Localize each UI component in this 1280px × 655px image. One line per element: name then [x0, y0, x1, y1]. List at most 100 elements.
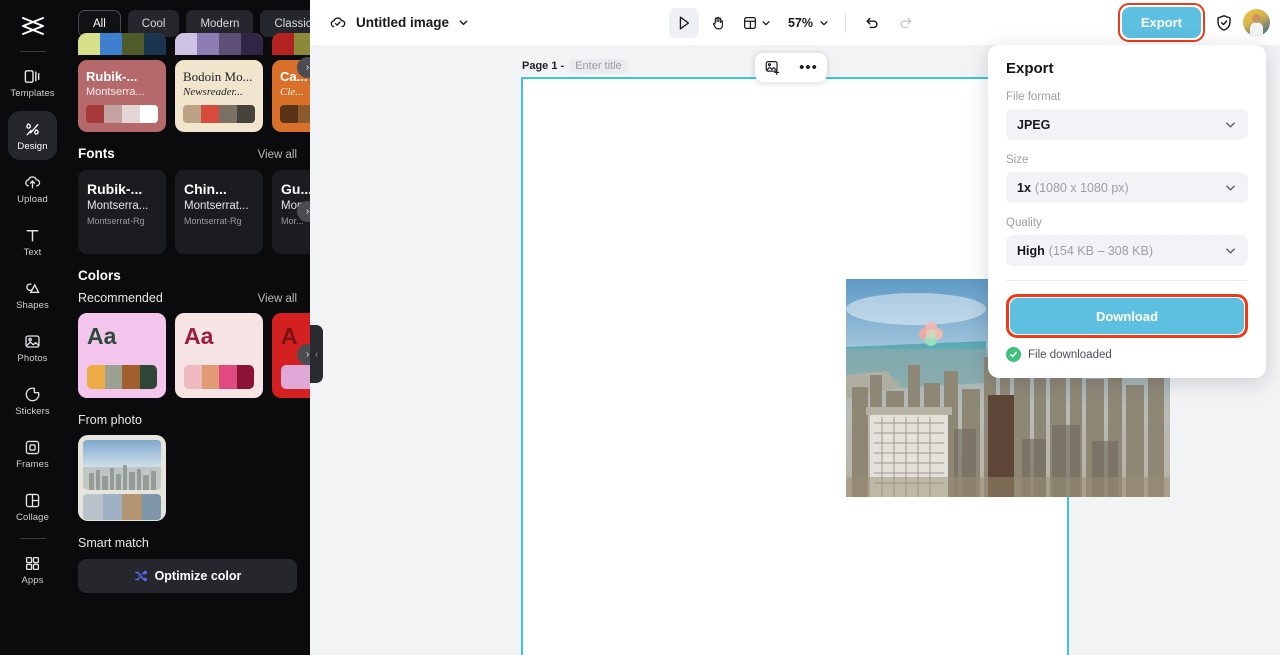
- from-photo-label: From photo: [78, 413, 142, 427]
- template-swatches: [280, 105, 310, 123]
- sidebar-item-label: Upload: [17, 194, 48, 205]
- zoom-level-value: 57%: [787, 15, 814, 30]
- export-button[interactable]: Export: [1121, 7, 1201, 38]
- template-swatches: [183, 105, 255, 123]
- shield-check-icon[interactable]: [1214, 13, 1234, 33]
- sidebar-item-shapes[interactable]: Shapes: [8, 270, 57, 319]
- smart-match-header: Smart match: [78, 521, 310, 550]
- select-cursor-button[interactable]: [668, 7, 699, 38]
- redo-icon: [898, 15, 914, 31]
- template-swatches: [86, 105, 158, 123]
- add-image-icon[interactable]: [764, 59, 781, 76]
- font-tertiary: Montserrat-Rg: [87, 216, 145, 226]
- sidebar-item-templates[interactable]: Templates: [8, 58, 57, 107]
- document-name-control[interactable]: Untitled image: [328, 13, 469, 32]
- color-card-row: Aa Aa A ›: [78, 313, 310, 398]
- layout-grid-button[interactable]: [737, 8, 776, 38]
- font-primary: Gu...: [281, 181, 310, 197]
- sidebar-item-label: Stickers: [15, 406, 50, 417]
- shapes-icon: [23, 278, 43, 298]
- font-primary: Rubik-...: [87, 181, 143, 197]
- colors-view-all-link[interactable]: View all: [258, 293, 297, 305]
- design-icon: [23, 119, 43, 139]
- upload-icon: [23, 172, 43, 192]
- size-detail: (1080 x 1080 px): [1034, 180, 1129, 195]
- color-swatches: [87, 365, 157, 389]
- template-title: Bodoin Mo...: [183, 69, 253, 84]
- undo-button[interactable]: [857, 8, 887, 38]
- chip-label: All: [93, 17, 106, 30]
- shuffle-icon: [134, 569, 148, 583]
- template-subtitle: Cle...: [280, 86, 304, 98]
- sidebar-item-photos[interactable]: Photos: [8, 323, 57, 372]
- canvas-float-toolbar: •••: [755, 53, 827, 82]
- panel-collapse-handle[interactable]: ‹: [310, 325, 323, 383]
- file-format-select[interactable]: JPEG: [1006, 109, 1248, 140]
- sidebar-item-label: Templates: [10, 88, 55, 99]
- size-label: Size: [1006, 154, 1029, 166]
- export-button-wrapper: Export: [1117, 3, 1205, 42]
- sidebar-item-stickers[interactable]: Stickers: [8, 376, 57, 425]
- sidebar-item-label: Frames: [16, 459, 49, 470]
- chevron-down-icon: [1224, 181, 1237, 194]
- export-panel-divider: [1006, 280, 1248, 281]
- template-card[interactable]: Rubik-... Montserra...: [78, 33, 166, 132]
- color-card[interactable]: Aa: [175, 313, 263, 398]
- left-nav-rail: Templates Design Upload Text Shapes Phot…: [0, 0, 65, 655]
- template-body: Bodoin Mo... Newsreader...: [175, 60, 263, 132]
- canvas-page[interactable]: [521, 77, 1170, 655]
- size-select[interactable]: 1x (1080 x 1080 px): [1006, 172, 1248, 203]
- hand-pan-button[interactable]: [703, 8, 733, 38]
- template-subtitle: Newsreader...: [183, 86, 243, 98]
- template-card-row: Rubik-... Montserra... Bodoin Mo... News…: [78, 33, 310, 132]
- redo-button[interactable]: [891, 8, 921, 38]
- more-options-icon[interactable]: •••: [799, 60, 818, 75]
- sidebar-item-apps[interactable]: Apps: [8, 545, 57, 594]
- quality-detail: (154 KB – 308 KB): [1048, 243, 1154, 258]
- sidebar-item-upload[interactable]: Upload: [8, 164, 57, 213]
- font-card[interactable]: Chin... Montserrat... Montserrat-Rg: [175, 170, 263, 254]
- optimize-color-button[interactable]: Optimize color: [78, 559, 297, 593]
- quality-label: Quality: [1006, 217, 1042, 229]
- color-swatches: [184, 365, 254, 389]
- sidebar-item-label: Text: [23, 247, 42, 258]
- sidebar-item-frames[interactable]: Frames: [8, 429, 57, 478]
- template-card[interactable]: Ca... Cle...: [272, 33, 310, 132]
- zoom-control[interactable]: 57%: [780, 8, 834, 38]
- chevron-right-icon: ›: [305, 62, 310, 73]
- flower-sticker[interactable]: [918, 321, 944, 347]
- template-subtitle: Montserra...: [86, 86, 145, 98]
- from-photo-card[interactable]: [78, 435, 166, 521]
- sidebar-item-collage[interactable]: Collage: [8, 482, 57, 531]
- export-panel-title: Export: [1006, 60, 1054, 77]
- capcut-logo[interactable]: [13, 8, 53, 44]
- template-top-swatches: [175, 33, 263, 55]
- fonts-title: Fonts: [78, 146, 115, 161]
- quality-value: High: [1017, 243, 1045, 258]
- color-card[interactable]: Aa: [78, 313, 166, 398]
- download-button[interactable]: Download: [1010, 298, 1244, 334]
- download-status-text: File downloaded: [1028, 348, 1112, 361]
- chevron-down-icon: [1224, 244, 1237, 257]
- chevron-down-icon: [819, 18, 829, 28]
- quality-select[interactable]: High (154 KB – 308 KB): [1006, 235, 1248, 266]
- user-avatar[interactable]: [1243, 9, 1270, 36]
- from-photo-thumbnail: [83, 440, 161, 490]
- color-sample-text: Aa: [184, 323, 214, 349]
- design-panel: All Cool Modern Classic Rubik-... Montse…: [65, 0, 310, 655]
- sidebar-item-design[interactable]: Design: [8, 111, 57, 160]
- panel-scroll-content: Rubik-... Montserra... Bodoin Mo... News…: [65, 33, 310, 593]
- recommended-subheader: Recommended View all: [78, 285, 310, 313]
- template-card[interactable]: Bodoin Mo... Newsreader...: [175, 33, 263, 132]
- sidebar-item-text[interactable]: Text: [8, 217, 57, 266]
- check-circle-icon: [1006, 347, 1021, 362]
- font-card[interactable]: Rubik-... Montserra... Montserrat-Rg: [78, 170, 166, 254]
- smart-match-label: Smart match: [78, 536, 149, 550]
- page-title-input[interactable]: Enter title: [569, 59, 628, 73]
- download-button-wrapper: Download: [1006, 294, 1248, 338]
- fonts-view-all-link[interactable]: View all: [258, 149, 297, 161]
- frames-icon: [23, 437, 43, 457]
- rail-divider-2: [19, 538, 46, 539]
- export-panel: Export File format JPEG Size 1x (1080 x …: [988, 45, 1266, 378]
- chevron-left-icon: ‹: [315, 349, 318, 359]
